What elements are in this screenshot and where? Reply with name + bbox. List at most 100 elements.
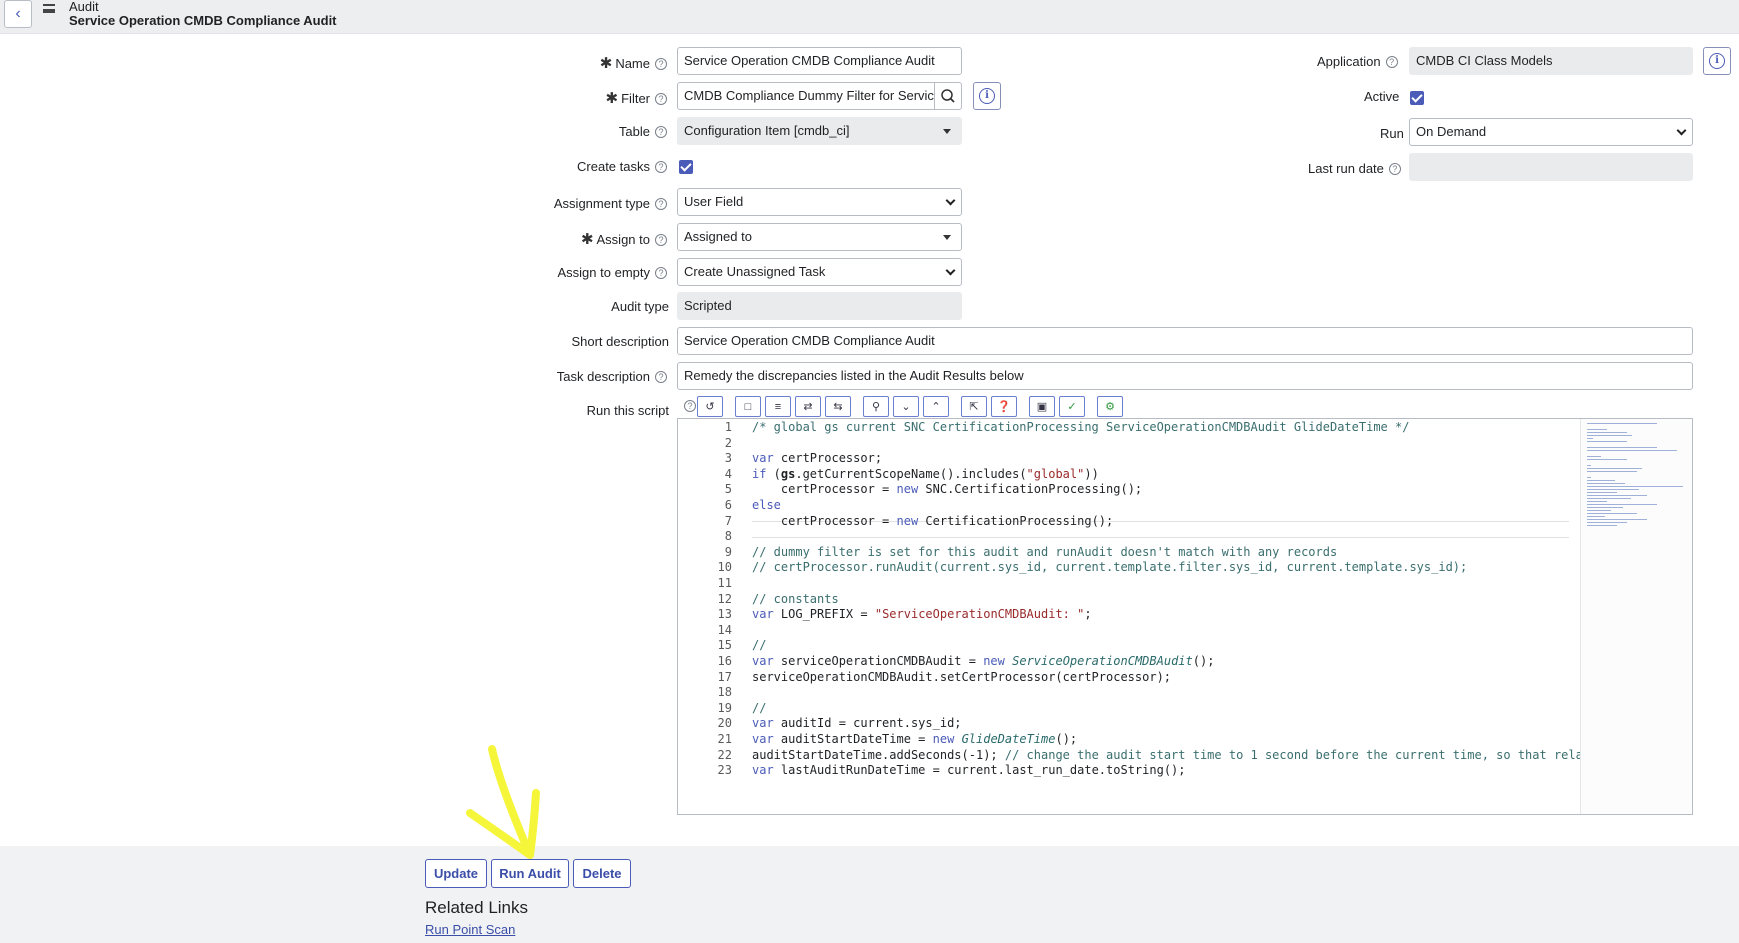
code-minimap[interactable] — [1580, 419, 1692, 814]
filter-info-button[interactable]: i — [973, 82, 1001, 110]
minimap-line — [1587, 480, 1615, 481]
annotation-arrow-icon — [466, 745, 540, 859]
fullscreen-icon[interactable]: ⇱ — [961, 396, 987, 417]
table-select[interactable]: Configuration Item [cmdb_ci] — [677, 117, 962, 145]
line-number: 12 — [717, 591, 732, 606]
code-line: 15 // — [678, 637, 1692, 654]
code-line: 7 certProcessor = new CertificationProce… — [678, 513, 1692, 530]
code-line: 22 auditStartDateTime.addSeconds(-1); // … — [678, 747, 1692, 764]
search-icon[interactable]: ⚲ — [863, 396, 889, 417]
name-field[interactable]: Service Operation CMDB Compliance Audit — [677, 47, 962, 75]
help-icon[interactable]: ? — [655, 93, 667, 105]
help-icon[interactable]: ? — [655, 161, 667, 173]
line-number: 19 — [717, 700, 732, 715]
code-line: 19 // — [678, 700, 1692, 717]
run-point-scan-link[interactable]: Run Point Scan — [425, 922, 515, 937]
record-title: Service Operation CMDB Compliance Audit — [69, 13, 337, 28]
format-code-icon[interactable]: ≡ — [765, 396, 791, 417]
code-line: 6 else — [678, 497, 1692, 514]
record-type: Audit — [69, 0, 99, 14]
task-description-field[interactable]: Remedy the discrepancies listed in the A… — [677, 362, 1693, 390]
help-icon[interactable]: ? — [655, 267, 667, 279]
assign-to-empty-label: Assign to empty? — [558, 265, 667, 280]
line-number: 11 — [717, 576, 732, 590]
delete-button[interactable]: Delete — [573, 859, 631, 888]
script-editor[interactable]: 1 /* global gs current SNC CertificationP… — [677, 418, 1693, 815]
audit-type-label: Audit type — [611, 299, 669, 314]
code-text: // — [752, 638, 767, 653]
code-text: var LOG_PREFIX = "ServiceOperationCMDBAu… — [752, 607, 1092, 622]
name-label: ✱ Name? — [600, 54, 667, 72]
minimap-line — [1587, 429, 1607, 430]
help-icon[interactable]: ? — [684, 400, 696, 412]
minimap-line — [1587, 471, 1637, 472]
line-number: 13 — [717, 607, 732, 622]
minimap-line — [1587, 483, 1625, 484]
chevron-down-icon — [945, 195, 956, 206]
create-tasks-checkbox[interactable] — [679, 160, 693, 174]
active-checkbox[interactable] — [1410, 91, 1424, 105]
application-info-button[interactable]: i — [1703, 47, 1731, 75]
run-select[interactable]: On Demand — [1409, 118, 1693, 146]
fold-up-icon[interactable]: ⌃ — [923, 396, 949, 417]
assign-to-select[interactable]: Assigned to — [677, 223, 962, 251]
table-label: Table? — [619, 124, 667, 139]
minimap-line — [1587, 510, 1611, 511]
line-number: 23 — [717, 763, 732, 778]
code-text: if (gs.getCurrentScopeName().includes("g… — [752, 466, 1099, 481]
fold-down-icon[interactable]: ⌄ — [893, 396, 919, 417]
line-number: 4 — [724, 466, 732, 481]
line-number: 3 — [724, 451, 732, 466]
minimap-line — [1587, 501, 1607, 502]
help-icon[interactable]: ? — [1385, 56, 1398, 68]
help-icon[interactable]: ? — [655, 371, 667, 383]
filter-lookup-button[interactable] — [934, 82, 962, 110]
short-description-field[interactable]: Service Operation CMDB Compliance Audit — [677, 327, 1693, 355]
audit-type-field: Scripted — [677, 292, 962, 320]
script-toolbar: ↺ □ ≡ ⇄ ⇆ ⚲ ⌄ ⌃ ⇱ ❓ ▣ ✓ ⚙ — [697, 396, 1123, 418]
line-number: 15 — [717, 638, 732, 653]
back-button[interactable]: ‹ — [4, 0, 32, 28]
chevron-left-icon: ‹ — [15, 5, 21, 22]
help-icon[interactable]: ? — [655, 126, 667, 138]
assignment-type-value: User Field — [684, 194, 744, 209]
code-text: // — [752, 700, 767, 715]
filter-field[interactable]: CMDB Compliance Dummy Filter for Servic — [677, 82, 935, 110]
minimap-line — [1587, 438, 1593, 439]
line-number: 2 — [724, 435, 732, 450]
assign-to-label: ✱ Assign to? — [581, 230, 667, 248]
assignment-type-label: Assignment type? — [554, 196, 667, 211]
code-text: var lastAuditRunDateTime = current.last_… — [752, 763, 1186, 778]
debug-icon[interactable]: ⚙ — [1097, 396, 1123, 417]
help-icon[interactable]: ❓ — [991, 396, 1017, 417]
code-line: 21 var auditStartDateTime = new GlideDate… — [678, 731, 1692, 748]
chevron-down-icon — [1676, 125, 1687, 136]
line-number: 8 — [724, 529, 732, 544]
help-icon[interactable]: ? — [655, 234, 667, 246]
minimap-line — [1587, 519, 1647, 520]
run-this-script-label: Run this script — [586, 403, 669, 418]
replace-all-icon[interactable]: ⇆ — [825, 396, 851, 417]
filter-label: ✱ Filter? — [606, 89, 667, 107]
help-icon[interactable]: ? — [1388, 163, 1401, 175]
code-text: // certProcessor.runAudit(current.sys_id… — [752, 560, 1468, 575]
script-check-icon[interactable]: ✓ — [1059, 396, 1085, 417]
code-text: certProcessor = new CertificationProcess… — [752, 513, 1114, 528]
comment-icon[interactable]: □ — [735, 396, 761, 417]
line-number: 14 — [717, 622, 732, 637]
code-line: 10 // certProcessor.runAudit(current.sys_… — [678, 559, 1692, 576]
form-footer — [0, 846, 1739, 943]
assign-to-empty-value: Create Unassigned Task — [684, 264, 826, 279]
help-icon[interactable]: ? — [655, 58, 667, 70]
code-line: 4 if (gs.getCurrentScopeName().includes("… — [678, 466, 1692, 483]
assign-to-empty-select[interactable]: Create Unassigned Task — [677, 258, 962, 286]
replace-icon[interactable]: ⇄ — [795, 396, 821, 417]
minimap-line — [1587, 450, 1677, 451]
save-icon[interactable]: ▣ — [1029, 396, 1055, 417]
toggle-syntax-icon[interactable]: ↺ — [697, 396, 723, 417]
minimap-line — [1587, 468, 1642, 469]
line-number: 5 — [724, 482, 732, 497]
menu-icon[interactable] — [43, 4, 55, 13]
assignment-type-select[interactable]: User Field — [677, 188, 962, 216]
help-icon[interactable]: ? — [655, 198, 667, 210]
